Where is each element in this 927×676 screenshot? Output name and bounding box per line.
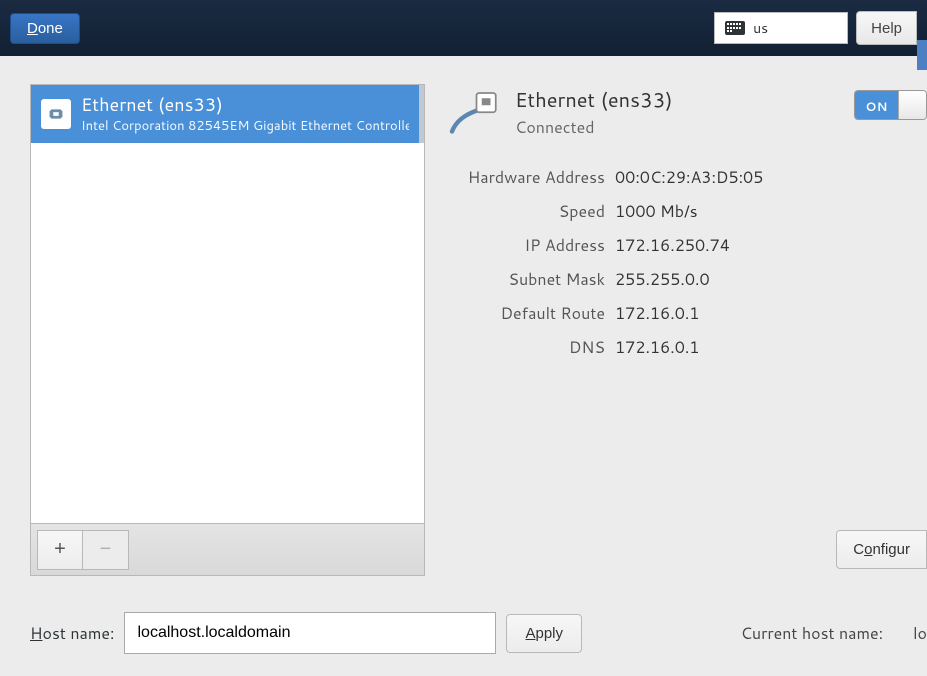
detail-title: Ethernet (ens33) [515,86,673,114]
default-route-label: Default Route [445,302,605,325]
dns-label: DNS [445,336,605,359]
interface-subtitle: Intel Corporation 82545EM Gigabit Ethern… [81,117,409,135]
detail-status: Connected [515,116,673,139]
remove-interface-button[interactable]: − [83,530,129,570]
subnet-mask-value: 255.255.0.0 [615,268,927,291]
detail-properties: Hardware Address 00:0C:29:A3:D5:05 Speed… [445,166,927,359]
ip-address-label: IP Address [445,234,605,257]
current-hostname-value: lo [913,622,927,645]
topbar-right: us Help [714,11,917,45]
done-label-rest: one [38,20,63,37]
add-interface-button[interactable]: + [37,530,83,570]
current-hostname-label: Current host name: [741,622,884,645]
top-bar: Done us Help [0,0,927,56]
minus-icon: − [100,538,112,561]
interface-name: Ethernet (ens33) [81,91,409,117]
ethernet-icon [445,86,501,148]
help-label: Help [871,20,902,37]
done-button[interactable]: Done [10,13,80,44]
toggle-knob [898,91,926,119]
interface-list-toolbar: + − [30,524,425,576]
help-button[interactable]: Help [856,11,917,45]
hostname-input[interactable] [124,612,496,654]
speed-value: 1000 Mb/s [615,200,927,223]
hw-address-label: Hardware Address [445,166,605,189]
ethernet-plug-icon [41,99,71,129]
connection-toggle[interactable]: ON [854,90,927,120]
interfaces-panel: Ethernet (ens33) Intel Corporation 82545… [30,84,425,576]
dns-value: 172.16.0.1 [615,336,927,359]
keyboard-icon [725,21,745,35]
configure-button[interactable]: Configur [836,530,927,569]
hostname-row: Host name: Apply Current host name: lo [30,612,927,654]
apply-hostname-button[interactable]: Apply [506,614,582,653]
interface-detail-panel: Ethernet (ens33) Connected ON Hardware A… [445,84,927,576]
interface-list[interactable]: Ethernet (ens33) Intel Corporation 82545… [30,84,425,524]
list-item-text: Ethernet (ens33) Intel Corporation 82545… [81,91,409,135]
list-item[interactable]: Ethernet (ens33) Intel Corporation 82545… [31,85,424,143]
keyboard-layout-indicator[interactable]: us [714,12,848,44]
plus-icon: + [54,538,66,561]
detail-header: Ethernet (ens33) Connected ON [445,86,927,148]
main-content: Ethernet (ens33) Intel Corporation 82545… [0,56,927,576]
speed-label: Speed [445,200,605,223]
toggle-on-label: ON [855,91,898,119]
detail-title-block: Ethernet (ens33) Connected [515,86,673,139]
hostname-label: Host name: [30,622,114,645]
default-route-value: 172.16.0.1 [615,302,927,325]
subnet-mask-label: Subnet Mask [445,268,605,291]
ip-address-value: 172.16.250.74 [615,234,927,257]
window-scrollbar[interactable] [917,40,927,70]
keyboard-layout-code: us [753,18,768,38]
hw-address-value: 00:0C:29:A3:D5:05 [615,166,927,189]
